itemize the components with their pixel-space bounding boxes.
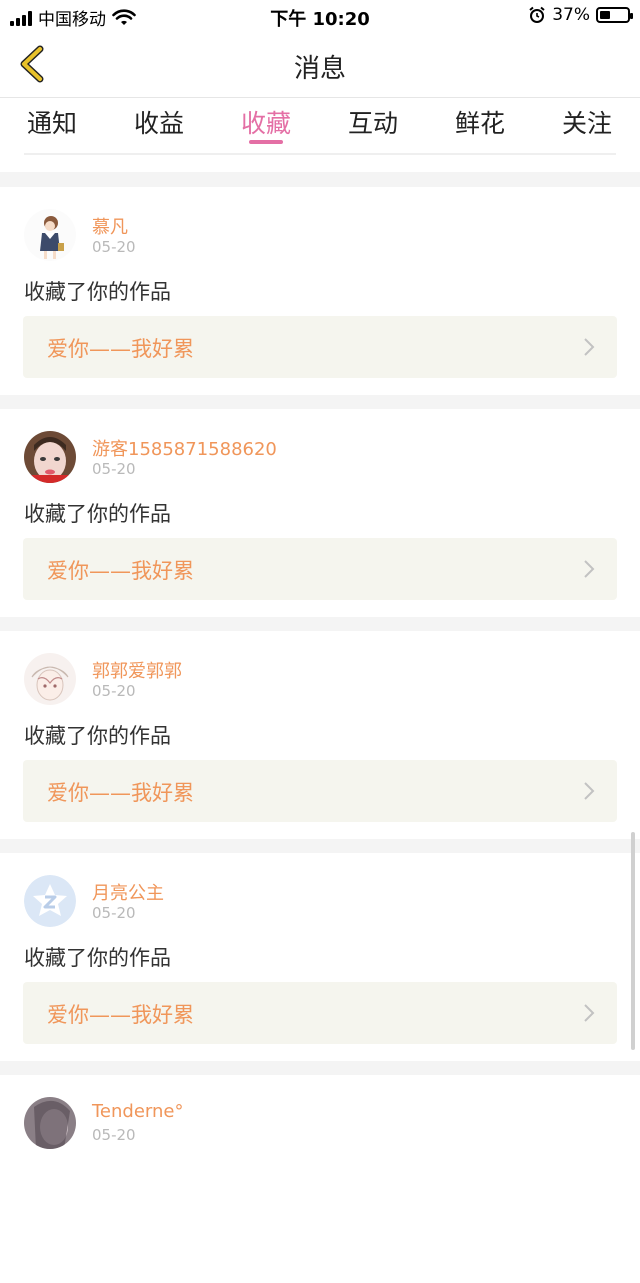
battery-percent: 37%	[552, 5, 590, 25]
work-link[interactable]: 爱你——我好累	[23, 316, 617, 378]
chevron-right-icon	[584, 560, 595, 578]
message-date: 05-20	[92, 682, 136, 700]
avatar[interactable]	[24, 1097, 76, 1149]
message-action: 收藏了你的作品	[24, 502, 171, 526]
avatar[interactable]	[24, 431, 76, 483]
active-tab-indicator	[249, 140, 283, 144]
tab-notifications[interactable]: 通知	[12, 104, 92, 140]
message-date: 05-20	[92, 1126, 136, 1144]
username[interactable]: Tenderne°	[92, 1101, 184, 1122]
tab-favorites[interactable]: 收藏	[226, 104, 306, 140]
nav-bar: 消息	[0, 32, 640, 98]
chevron-right-icon	[584, 782, 595, 800]
message-date: 05-20	[92, 904, 136, 922]
work-title: 爱你——我好累	[47, 559, 194, 583]
work-link[interactable]: 爱你——我好累	[23, 538, 617, 600]
tab-interactions[interactable]: 互动	[333, 104, 413, 140]
message-action: 收藏了你的作品	[24, 946, 171, 970]
message-card: Tenderne° 05-20	[0, 1075, 640, 1283]
username[interactable]: 慕凡	[92, 213, 128, 239]
tab-follows[interactable]: 关注	[547, 104, 627, 140]
battery-level	[600, 11, 610, 19]
battery-icon	[596, 7, 633, 23]
work-title: 爱你——我好累	[47, 1003, 194, 1027]
message-tabs: 通知 收益 收藏 互动 鲜花 关注	[0, 98, 640, 172]
avatar[interactable]	[24, 653, 76, 705]
alarm-icon	[529, 6, 545, 23]
page-title: 消息	[293, 54, 346, 84]
message-date: 05-20	[92, 238, 136, 256]
scrollbar[interactable]	[631, 832, 635, 1050]
work-title: 爱你——我好累	[47, 337, 194, 361]
message-action: 收藏了你的作品	[24, 280, 171, 304]
username[interactable]: 游客1585871588620	[92, 435, 277, 461]
tabs-divider	[24, 153, 616, 155]
message-card: 游客1585871588620 05-20 收藏了你的作品 爱你——我好累	[0, 409, 640, 617]
avatar[interactable]	[24, 875, 76, 927]
tab-flowers[interactable]: 鲜花	[440, 104, 520, 140]
tab-earnings[interactable]: 收益	[119, 104, 199, 140]
message-action: 收藏了你的作品	[24, 724, 171, 748]
work-link[interactable]: 爱你——我好累	[23, 982, 617, 1044]
chevron-right-icon	[584, 338, 595, 356]
chevron-right-icon	[584, 1004, 595, 1022]
avatar[interactable]	[24, 209, 76, 261]
message-card: 月亮公主 05-20 收藏了你的作品 爱你——我好累	[0, 853, 640, 1061]
message-date: 05-20	[92, 460, 136, 478]
username[interactable]: 月亮公主	[92, 879, 164, 905]
username[interactable]: 郭郭爱郭郭	[92, 657, 182, 683]
work-link[interactable]: 爱你——我好累	[23, 760, 617, 822]
work-title: 爱你——我好累	[47, 781, 194, 805]
status-right: 37%	[528, 5, 633, 25]
message-card: 慕凡 05-20 收藏了你的作品 爱你——我好累	[0, 187, 640, 395]
message-card: 郭郭爱郭郭 05-20 收藏了你的作品 爱你——我好累	[0, 631, 640, 839]
status-bar: 中国移动 下午 10:20 37%	[0, 0, 640, 32]
